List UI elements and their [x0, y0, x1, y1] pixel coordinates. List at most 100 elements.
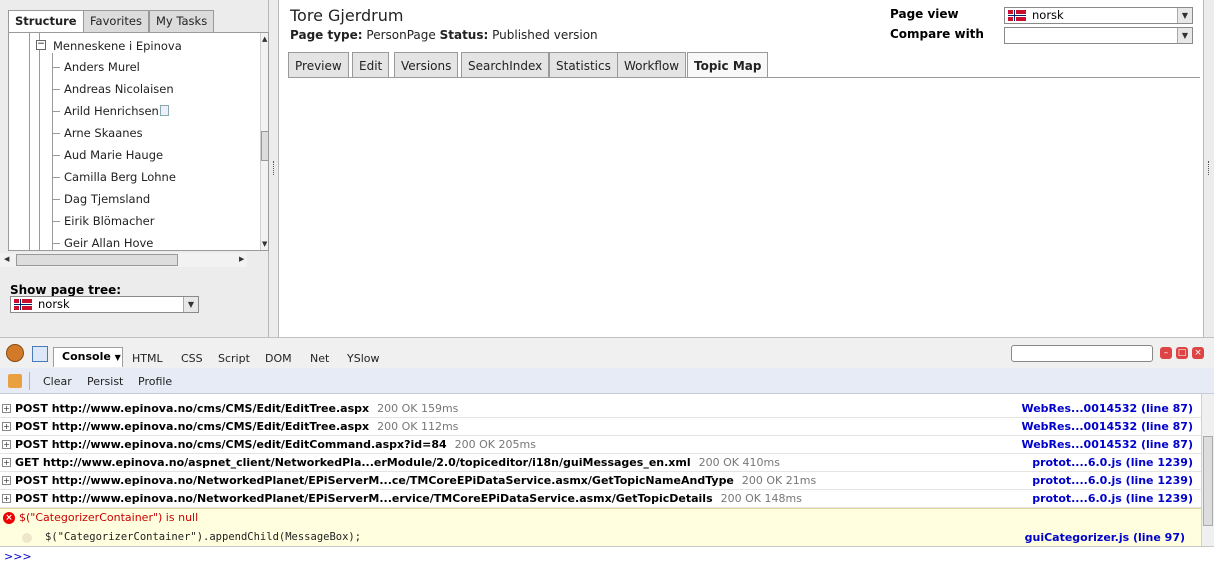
chevron-down-icon[interactable]: ▼ — [183, 297, 198, 312]
log-row[interactable]: + POST http://www.epinova.no/cms/CMS/Edi… — [0, 400, 1201, 418]
source-link[interactable]: protot....6.0.js (line 1239) — [1032, 472, 1193, 489]
tab-edit[interactable]: Edit — [352, 52, 390, 77]
inspect-icon[interactable] — [32, 346, 48, 362]
tab-net[interactable]: Net — [310, 352, 329, 365]
tab-topic-map[interactable]: Topic Map — [687, 52, 769, 77]
request-status: 200 OK 159ms — [377, 402, 459, 415]
tree-node-parent[interactable]: Menneskene i Epinova — [53, 39, 182, 53]
tab-preview[interactable]: Preview — [288, 52, 349, 77]
log-row[interactable]: + POST http://www.epinova.no/NetworkedPl… — [0, 472, 1201, 490]
tree-node[interactable]: Aud Marie Hauge — [64, 148, 163, 162]
error-row[interactable]: × $("CategorizerContainer") is null $("C… — [0, 508, 1201, 546]
request-method: GET — [15, 456, 40, 469]
scroll-right-icon[interactable]: ▶ — [239, 255, 244, 263]
tree-node[interactable]: Eirik Blömacher — [64, 214, 154, 228]
tab-my-tasks[interactable]: My Tasks — [149, 10, 215, 32]
expand-icon[interactable]: + — [2, 476, 11, 485]
error-icon: × — [3, 512, 15, 524]
error-code: $("CategorizerContainer").appendChild(Me… — [45, 531, 362, 543]
command-prompt: >>> — [4, 550, 32, 563]
scroll-up-icon[interactable]: ▲ — [262, 35, 267, 43]
console-toolbar: Clear Persist Profile — [0, 368, 1214, 394]
detach-icon[interactable]: □ — [1176, 347, 1188, 359]
scroll-down-icon[interactable]: ▼ — [262, 240, 267, 248]
tree-node[interactable]: Geir Allan Hove — [64, 236, 153, 250]
request-method: POST — [15, 438, 48, 451]
profile-button[interactable]: Profile — [138, 375, 172, 388]
source-link[interactable]: WebRes...0014532 (line 87) — [1021, 418, 1193, 435]
compare-with-select[interactable]: ▼ — [1004, 27, 1193, 44]
tree-node[interactable]: Camilla Berg Lohne — [64, 170, 176, 184]
left-pane: Structure Favorites My Tasks − Mennesken… — [0, 0, 269, 337]
log-row[interactable]: + POST http://www.epinova.no/NetworkedPl… — [0, 490, 1201, 508]
expand-icon[interactable]: + — [2, 494, 11, 503]
request-method: POST — [15, 492, 48, 505]
expand-icon[interactable]: + — [2, 440, 11, 449]
tree-node[interactable]: Andreas Nicolaisen — [64, 82, 174, 96]
norway-flag-icon — [1008, 10, 1026, 21]
expand-icon[interactable]: + — [2, 422, 11, 431]
firebug-icon[interactable] — [6, 344, 24, 362]
chevron-down-icon: ▼ — [114, 353, 121, 362]
tab-searchindex[interactable]: SearchIndex — [461, 52, 550, 77]
tab-yslow[interactable]: YSlow — [347, 352, 379, 365]
page-view-select[interactable]: norsk ▼ — [1004, 7, 1193, 24]
tree-node[interactable]: Arne Skaanes — [64, 126, 143, 140]
log-row[interactable]: + POST http://www.epinova.no/cms/CMS/edi… — [0, 436, 1201, 454]
minimize-icon[interactable]: – — [1160, 347, 1172, 359]
tab-versions[interactable]: Versions — [394, 52, 459, 77]
scroll-thumb[interactable] — [261, 131, 268, 161]
expand-icon[interactable]: + — [2, 458, 11, 467]
firebug-toolbar: Console ▼ HTML CSS Script DOM Net YSlow … — [0, 337, 1214, 368]
persist-button[interactable]: Persist — [87, 375, 123, 388]
console-scrollbar[interactable] — [1201, 394, 1214, 546]
tab-statistics[interactable]: Statistics — [549, 52, 618, 77]
log-row[interactable]: + GET http://www.epinova.no/aspnet_clien… — [0, 454, 1201, 472]
firebug-search-input[interactable] — [1011, 345, 1153, 362]
request-status: 200 OK 410ms — [698, 456, 780, 469]
chevron-down-icon[interactable]: ▼ — [1177, 8, 1192, 23]
request-url: http://www.epinova.no/cms/CMS/edit/EditC… — [51, 438, 447, 451]
tree-node[interactable]: Anders Murel — [64, 60, 140, 74]
request-method: POST — [15, 420, 48, 433]
command-line[interactable]: >>> — [0, 546, 1214, 566]
collapse-icon[interactable]: − — [36, 40, 46, 50]
error-source-link[interactable]: guiCategorizer.js (line 97) — [1025, 531, 1185, 544]
status-value: Published version — [492, 28, 598, 42]
close-icon[interactable]: × — [1192, 347, 1204, 359]
source-link[interactable]: protot....6.0.js (line 1239) — [1032, 490, 1193, 507]
break-on-error-icon[interactable] — [8, 374, 22, 388]
page-view-value: norsk — [1032, 8, 1064, 22]
left-splitter[interactable] — [269, 0, 279, 337]
page-tree: − Menneskene i Epinova Anders Murel Andr… — [8, 32, 269, 251]
source-link[interactable]: WebRes...0014532 (line 87) — [1021, 400, 1193, 417]
chevron-down-icon[interactable]: ▼ — [1177, 28, 1192, 43]
show-tree-select[interactable]: norsk ▼ — [10, 296, 199, 313]
tab-css[interactable]: CSS — [181, 352, 203, 365]
tab-console[interactable]: Console ▼ — [53, 347, 123, 367]
show-tree-value: norsk — [38, 297, 70, 311]
expand-icon[interactable]: + — [2, 404, 11, 413]
tab-workflow[interactable]: Workflow — [617, 52, 687, 77]
tab-dom[interactable]: DOM — [265, 352, 292, 365]
scroll-left-icon[interactable]: ◀ — [4, 255, 9, 263]
tree-node[interactable]: Arild Henrichsen — [64, 104, 159, 118]
tab-structure[interactable]: Structure — [8, 10, 84, 33]
main-pane: Tore Gjerdrum Page type: PersonPage Stat… — [280, 0, 1203, 337]
request-method: POST — [15, 474, 48, 487]
tab-script[interactable]: Script — [218, 352, 250, 365]
clear-button[interactable]: Clear — [43, 375, 72, 388]
tab-html[interactable]: HTML — [132, 352, 163, 365]
page-type-label: Page type: — [290, 28, 363, 42]
source-link[interactable]: protot....6.0.js (line 1239) — [1032, 454, 1193, 471]
tree-vertical-scrollbar[interactable]: ▲ ▼ — [260, 33, 268, 250]
tab-favorites[interactable]: Favorites — [83, 10, 149, 32]
tree-horizontal-scrollbar[interactable]: ◀ ▶ — [0, 253, 247, 267]
source-link[interactable]: WebRes...0014532 (line 87) — [1021, 436, 1193, 453]
right-splitter[interactable] — [1203, 0, 1214, 337]
log-row[interactable]: + POST http://www.epinova.no/cms/CMS/Edi… — [0, 418, 1201, 436]
scroll-thumb[interactable] — [16, 254, 178, 266]
scroll-thumb[interactable] — [1203, 436, 1213, 526]
tree-node[interactable]: Dag Tjemsland — [64, 192, 150, 206]
breakpoint-icon[interactable] — [22, 533, 32, 543]
